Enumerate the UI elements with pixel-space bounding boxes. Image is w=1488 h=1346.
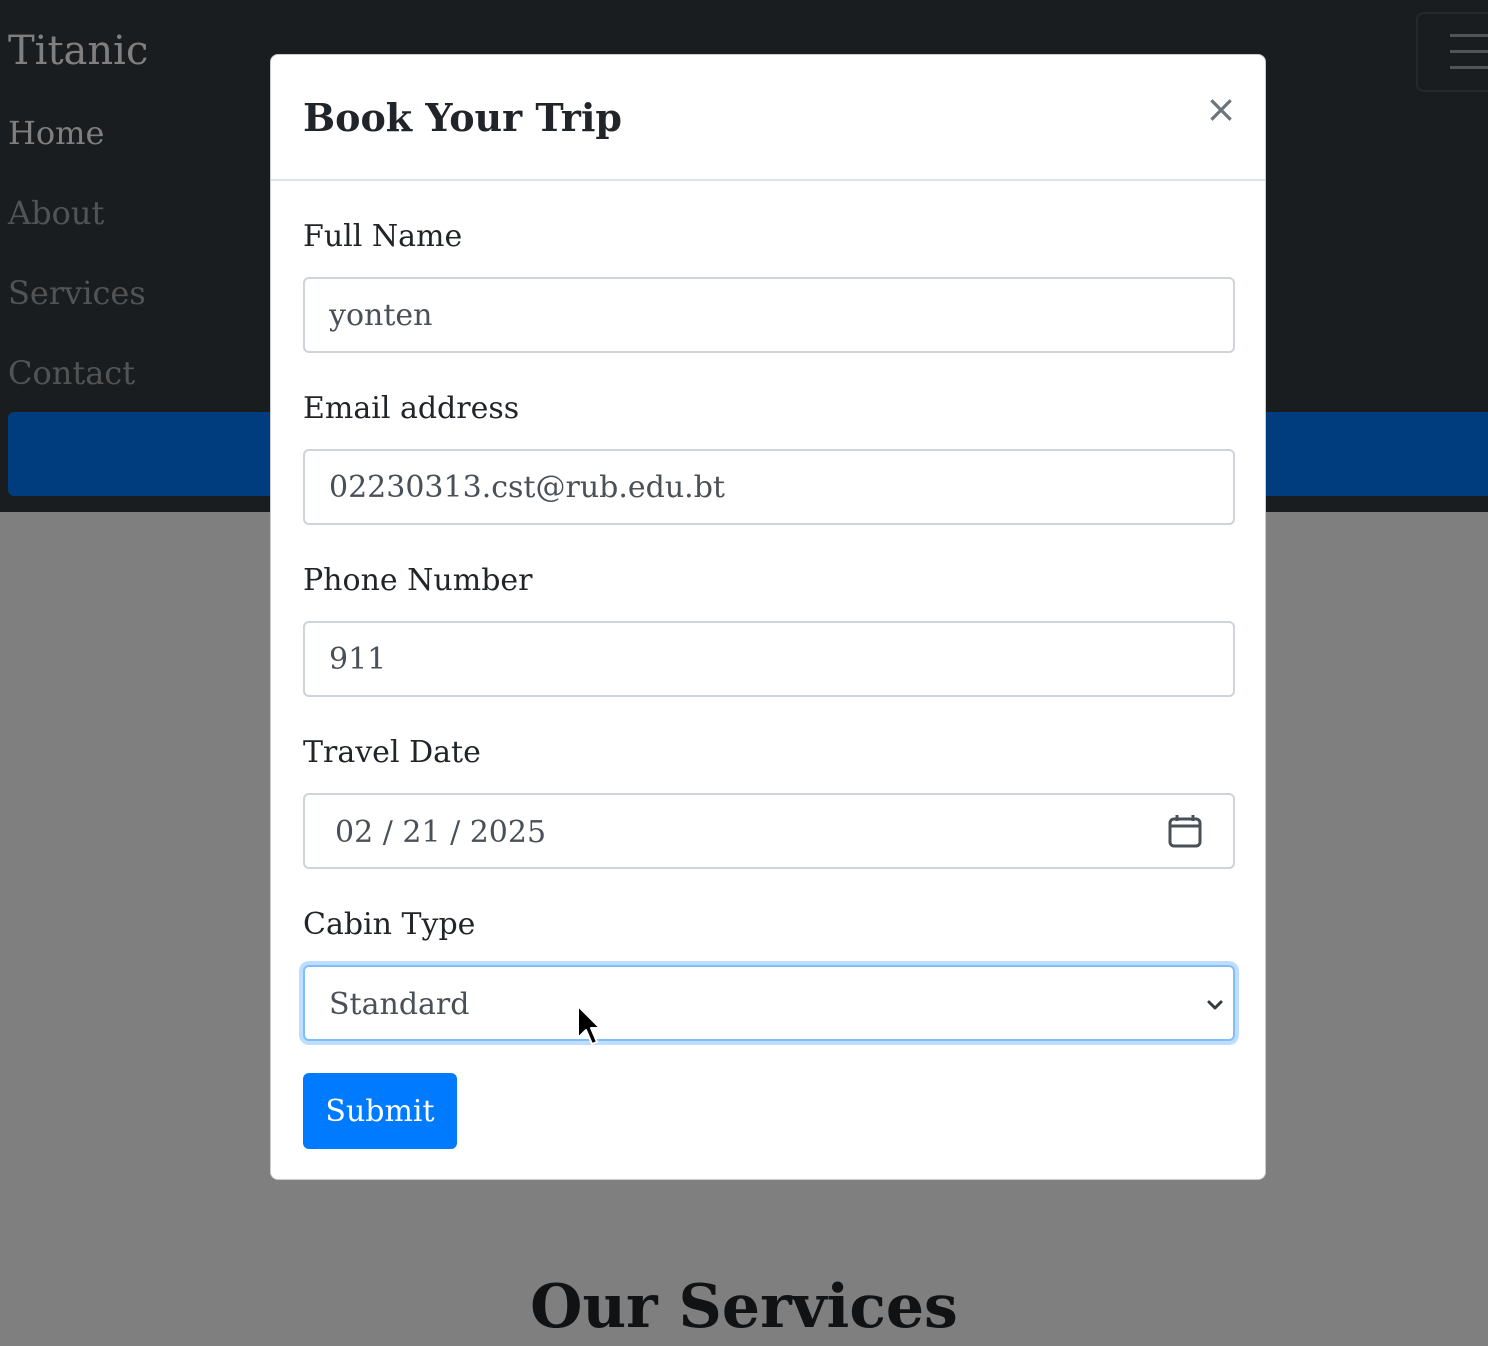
full-name-input[interactable]	[303, 277, 1235, 353]
submit-button[interactable]: Submit	[303, 1073, 457, 1149]
cabin-type-selected-value: Standard	[329, 987, 470, 1022]
chevron-down-icon	[1207, 1000, 1223, 1010]
email-input[interactable]	[303, 449, 1235, 525]
cabin-type-label: Cabin Type	[303, 907, 476, 942]
calendar-icon[interactable]	[1167, 813, 1203, 849]
cabin-type-select[interactable]: Standard	[303, 965, 1235, 1041]
full-name-label: Full Name	[303, 219, 463, 254]
phone-input[interactable]	[303, 621, 1235, 697]
phone-label: Phone Number	[303, 563, 533, 598]
travel-date-input[interactable]: 02 / 21 / 2025	[303, 793, 1235, 869]
modal-title: Book Your Trip	[303, 95, 622, 140]
modal-header: Book Your Trip ×	[271, 55, 1265, 181]
close-icon[interactable]: ×	[1201, 89, 1241, 129]
email-label: Email address	[303, 391, 520, 426]
booking-modal: Book Your Trip × Full Name Email address…	[270, 54, 1266, 1180]
travel-date-label: Travel Date	[303, 735, 481, 770]
travel-date-value[interactable]: 02 / 21 / 2025	[335, 815, 546, 850]
